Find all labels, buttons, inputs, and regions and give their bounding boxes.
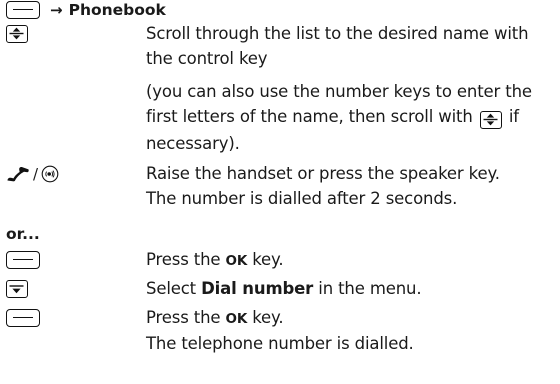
step-handset-line2: The number is dialled after 2 seconds. [146, 189, 458, 208]
alt-step-press-ok-2-text: Press the OK key. [146, 306, 556, 332]
press-the-text: Press the [146, 250, 226, 269]
control-key-up-down-icon [479, 108, 502, 133]
section-heading: → Phonebook [6, 0, 166, 20]
alt-step-select-text: Select Dial number in the menu. [146, 277, 556, 302]
note-text-before: (you can also use the number keys to ent… [146, 82, 532, 126]
soft-key-icon [6, 309, 40, 327]
select-text: Select [146, 279, 202, 298]
handset-icon [7, 166, 29, 182]
ok-key-label: OK [225, 253, 248, 269]
step-scroll-text: Scroll through the list to the desired n… [146, 24, 529, 68]
step-note-text: (you can also use the number keys to ent… [146, 80, 556, 157]
phonebook-title: Phonebook [68, 1, 166, 19]
dialled-text: The telephone number is dialled. [146, 334, 414, 353]
icon-separator: / [33, 165, 39, 183]
speaker-key-icon [41, 165, 59, 183]
manual-page: → Phonebook Scroll through the list to t… [0, 0, 560, 384]
arrow-glyph: → [50, 1, 63, 19]
ok-key-label: OK [225, 311, 248, 327]
control-key-down-icon [6, 280, 28, 298]
soft-key-icon [6, 251, 40, 269]
key-text: key. [247, 250, 284, 269]
step-handset-line1: Raise the handset or press the speaker k… [146, 164, 500, 183]
handset-speaker-icons: / [6, 165, 59, 183]
press-the-text: Press the [146, 308, 226, 327]
or-label: or... [6, 225, 40, 243]
key-text: key. [247, 308, 284, 327]
dial-number-label: Dial number [201, 279, 314, 298]
menu-text: in the menu. [313, 279, 422, 298]
alt-step-press-ok-text: Press the OK key. [146, 248, 556, 274]
control-key-up-down-icon [6, 25, 28, 43]
soft-key-icon [6, 1, 40, 19]
